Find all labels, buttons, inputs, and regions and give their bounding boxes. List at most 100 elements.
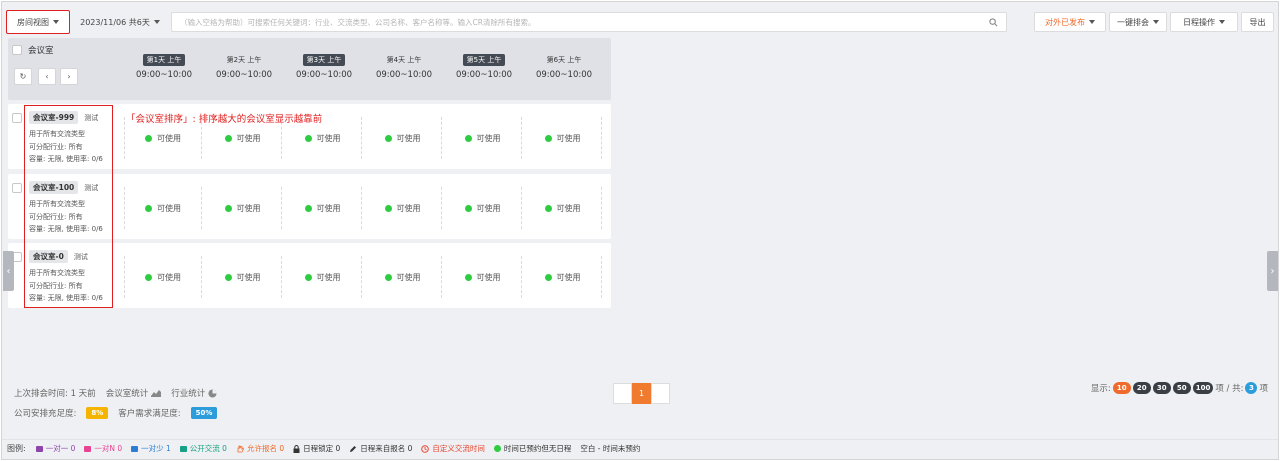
available-dot-icon — [384, 134, 392, 142]
room-stats-link[interactable]: 会议室统计 — [106, 387, 162, 399]
room-name-area: 会议室-100 测试 — [29, 181, 98, 194]
pager-prev[interactable] — [613, 383, 632, 404]
time-slot[interactable]: 可使用 — [364, 187, 442, 229]
chevron-right-icon: › — [1270, 265, 1275, 277]
room-industry: 可分配行业: 所有 — [29, 281, 83, 290]
pager-next[interactable] — [651, 383, 670, 404]
slot-status: 可使用 — [396, 272, 421, 282]
available-dot-icon — [145, 273, 152, 281]
slot-status: 可使用 — [236, 133, 261, 143]
schedule-actions-label: 日程操作 — [1183, 17, 1215, 27]
area-chart-icon — [151, 390, 162, 397]
day-label: 第6天 上午 — [546, 56, 582, 64]
lock-icon — [293, 444, 300, 453]
room-industry: 可分配行业: 所有 — [29, 142, 83, 151]
room-checkbox[interactable] — [12, 183, 22, 193]
select-all-checkbox[interactable] — [12, 45, 22, 55]
legend-label: 一对N 0 — [94, 444, 123, 453]
room-checkbox[interactable] — [12, 113, 22, 123]
room-subtitle: 测试 — [73, 252, 88, 261]
slot-status: 可使用 — [157, 133, 181, 143]
chevron-right-icon: › — [67, 72, 71, 81]
room-name-tag[interactable]: 会议室-100 — [29, 181, 79, 194]
slot-status: 可使用 — [396, 133, 421, 143]
time-slot[interactable]: 可使用 — [364, 256, 442, 298]
page-size-option[interactable]: 20 — [1132, 382, 1151, 394]
page-size-option[interactable]: 50 — [1172, 382, 1191, 394]
search-icon[interactable] — [989, 17, 998, 27]
search-bar — [171, 12, 1007, 32]
room-capacity: 容量: 无限, 使用率: 0/6 — [29, 155, 103, 163]
legend-label: 空白 - 时间未预约 — [580, 444, 641, 453]
view-selector-button[interactable]: 房间视图 — [6, 10, 70, 34]
chevron-down-icon — [53, 20, 59, 24]
time-slot[interactable]: 可使用 — [364, 117, 442, 159]
view-selector-label: 房间视图 — [17, 17, 49, 27]
refresh-button[interactable]: ↻ — [14, 68, 32, 85]
time-slot[interactable]: 可使用 — [204, 187, 282, 229]
time-slot[interactable]: 可使用 — [124, 256, 202, 298]
day-column-header: 第4天 上午 09:00~10:00 — [364, 54, 444, 80]
toolbar: 房间视图 2023/11/06 共6天 对外已发布 一键排会 日程操作 — [2, 2, 1278, 40]
next-page-button[interactable]: › — [60, 68, 78, 85]
room-row: 会议室-100 测试 用于所有交流类型 可分配行业: 所有 容量: 无限, 使用… — [8, 174, 611, 239]
day-time: 09:00~10:00 — [295, 70, 353, 80]
day-column-header: 第2天 上午 09:00~10:00 — [204, 54, 284, 80]
legend-label: 自定义交流时间 — [432, 444, 485, 453]
search-input[interactable] — [180, 17, 989, 27]
day-label: 第4天 上午 — [386, 56, 422, 64]
slot-status: 可使用 — [476, 133, 501, 143]
slot-status: 可使用 — [556, 133, 581, 143]
legend-label: 一对一 0 — [45, 444, 76, 453]
publish-status-button[interactable]: 对外已发布 — [1034, 12, 1106, 32]
available-dot-icon — [384, 273, 392, 281]
available-dot-icon — [145, 134, 152, 142]
time-slot[interactable]: 可使用 — [524, 256, 602, 298]
one-on-one-icon — [35, 445, 43, 452]
auto-schedule-button[interactable]: 一键排会 — [1109, 12, 1167, 32]
time-slot[interactable]: 可使用 — [524, 117, 602, 159]
export-button[interactable]: 导出 — [1241, 12, 1274, 32]
available-dot-icon — [145, 204, 152, 212]
room-row: 会议室-0 测试 用于所有交流类型 可分配行业: 所有 容量: 无限, 使用率:… — [8, 243, 611, 308]
time-slot[interactable]: 可使用 — [124, 187, 202, 229]
chevron-left-icon: ‹ — [45, 72, 49, 81]
page-size-option[interactable]: 100 — [1192, 382, 1214, 394]
prev-page-button[interactable]: ‹ — [38, 68, 56, 85]
day-label: 第1天 上午 — [142, 54, 186, 66]
company-fill-badge: 8% — [86, 407, 109, 419]
booked-dot-icon — [493, 445, 501, 452]
chevron-down-icon — [1153, 20, 1159, 24]
slot-status: 可使用 — [157, 203, 181, 213]
time-slot[interactable]: 可使用 — [444, 256, 522, 298]
time-slot[interactable]: 可使用 — [444, 117, 522, 159]
time-slot[interactable]: 可使用 — [284, 187, 362, 229]
day-time: 09:00~10:00 — [135, 70, 193, 80]
app-frame: 房间视图 2023/11/06 共6天 对外已发布 一键排会 日程操作 — [1, 1, 1279, 460]
scroll-left-button[interactable]: ‹ — [3, 251, 14, 291]
time-slot[interactable]: 可使用 — [284, 256, 362, 298]
available-dot-icon — [304, 204, 312, 212]
date-range-button[interactable]: 2023/11/06 共6天 — [74, 12, 166, 32]
room-name-tag[interactable]: 会议室-0 — [29, 250, 68, 263]
available-dot-icon — [224, 204, 232, 212]
page-size-option[interactable]: 10 — [1112, 382, 1131, 394]
room-name-tag[interactable]: 会议室-999 — [29, 111, 79, 124]
slot-status: 可使用 — [476, 203, 501, 213]
available-dot-icon — [464, 204, 472, 212]
time-slot[interactable]: 可使用 — [444, 187, 522, 229]
day-time: 09:00~10:00 — [215, 70, 273, 80]
auto-schedule-label: 一键排会 — [1117, 17, 1149, 27]
time-slot[interactable]: 可使用 — [204, 256, 282, 298]
industry-stats-link[interactable]: 行业统计 — [171, 387, 217, 399]
day-column-header: 第5天 上午 09:00~10:00 — [444, 54, 524, 80]
publish-status-label: 对外已发布 — [1045, 17, 1085, 27]
page-size-option[interactable]: 30 — [1152, 382, 1171, 394]
legend-label: 一对少 1 — [141, 444, 171, 453]
schedule-actions-button[interactable]: 日程操作 — [1170, 12, 1238, 32]
pager-current-page[interactable]: 1 — [632, 383, 651, 404]
time-slot[interactable]: 可使用 — [524, 187, 602, 229]
pie-chart-icon — [208, 388, 217, 398]
last-schedule-time: 上次排会时间: 1 天前 — [14, 389, 96, 399]
scroll-right-button[interactable]: › — [1267, 251, 1278, 291]
